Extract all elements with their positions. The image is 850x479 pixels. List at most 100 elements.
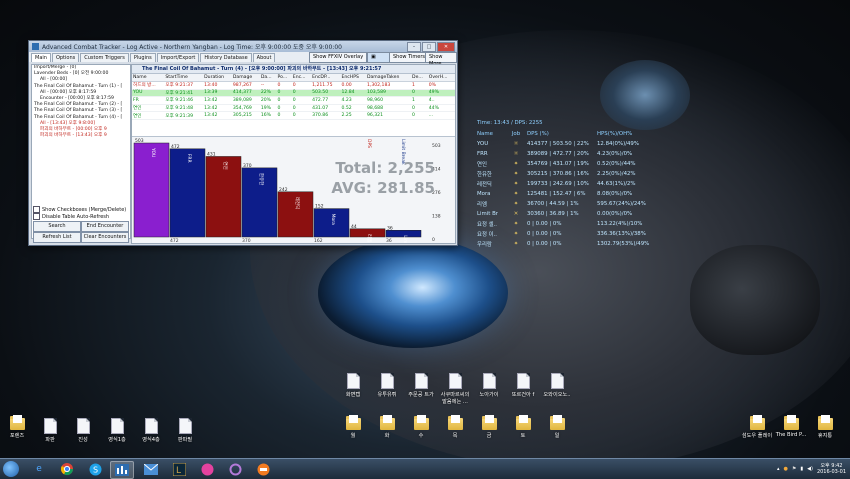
column-header[interactable]: Duration: [203, 74, 232, 82]
tree-node[interactable]: The Final Coil Of Bahamut - Turn (1) - [: [32, 84, 130, 90]
act-titlebar[interactable]: Advanced Combat Tracker - Log Active - N…: [29, 41, 457, 52]
chart-category-label: 한유한: [258, 173, 264, 185]
tab-main[interactable]: Main: [31, 53, 51, 62]
tab-history-database[interactable]: History Database: [200, 53, 252, 62]
tree-node[interactable]: 파괴의 바하무트 - [13:43] 오후 9: [32, 133, 130, 139]
desktop-icon-left[interactable]: 판파필: [168, 418, 202, 443]
table-row[interactable]: YOU 오후 9:21:41 13:39 414,377 22% 0 0 503.50 12.8…: [132, 89, 455, 98]
tab-import-export[interactable]: Import/Export: [156, 53, 200, 62]
column-header[interactable]: De...: [411, 74, 428, 82]
start-button[interactable]: [3, 461, 19, 477]
desktop-icon-left[interactable]: 영식4층: [134, 418, 168, 443]
tray-flag-icon[interactable]: ⚑: [792, 466, 796, 472]
checkbox[interactable]: [33, 213, 40, 220]
overlay-hps: 0.00(0%)/0%: [597, 211, 633, 217]
tab-plugins[interactable]: Plugins: [129, 53, 156, 62]
minimize-button[interactable]: –: [407, 42, 421, 52]
desktop-icon-day-folder[interactable]: 수: [404, 415, 438, 439]
overlay-dps: 199733 | 242.69 | 10%: [527, 181, 589, 187]
column-header[interactable]: Enc...: [291, 74, 312, 82]
clock[interactable]: 오후 9:42 2016-03-01: [817, 463, 846, 475]
column-header[interactable]: EncDP...: [311, 74, 341, 82]
table-cell: 370.86: [311, 111, 341, 120]
tree-node[interactable]: The Final Coil Of Bahamut - Turn (3) - [: [32, 108, 130, 114]
show-more-button[interactable]: Show More: [425, 52, 457, 67]
table-row[interactable]: FR 오후 9:21:46 13:42 389,089 20% 0 0 472.77 4.23 9…: [132, 96, 455, 105]
end-encounter-button[interactable]: End Encounter: [81, 221, 129, 232]
maximize-button[interactable]: □: [422, 42, 436, 52]
desktop-icon-doc[interactable]: 노아가이: [472, 373, 506, 398]
tree-node[interactable]: The Final Coil Of Bahamut - Turn (4) - [: [32, 115, 130, 121]
table-cell: 431.07: [311, 104, 341, 113]
chrome-icon[interactable]: [56, 461, 78, 477]
column-header[interactable]: Da...: [259, 74, 277, 82]
column-header[interactable]: OverH...: [427, 74, 455, 82]
desktop-icon-left[interactable]: 포렌즈: [0, 415, 34, 439]
tab-options[interactable]: Options: [51, 53, 80, 62]
skype-icon[interactable]: S: [84, 461, 106, 477]
tray-volume-icon[interactable]: ◀): [807, 466, 813, 472]
overlay-hps: 113.22(4%)/10%: [597, 221, 643, 227]
desktop-icon-right[interactable]: 섬도우 플레이: [740, 415, 774, 439]
desktop-icon-day-folder[interactable]: 토: [506, 415, 540, 439]
desktop-icon-label: 유투유튀: [377, 392, 397, 398]
column-header[interactable]: DamageTaken: [365, 74, 412, 82]
column-header[interactable]: Name: [132, 74, 165, 82]
document-icon: [448, 373, 462, 389]
desktop-icon-right[interactable]: The Bird P...: [774, 415, 808, 438]
overlay-row: 요정 셀.. ✦ 0 | 0.00 | 0% 113.22(4%)/10%: [477, 219, 677, 229]
ffxiv-dps-overlay[interactable]: Time: 13:43 / DPS: 2255 Name Job DPS (%)…: [477, 120, 677, 270]
table-row[interactable]: 연인 오후 9:21:48 13:42 354,769 19% 0 0 431.07 0.52 9…: [132, 104, 455, 113]
search-button[interactable]: Search: [33, 221, 81, 232]
tray-arrow-icon[interactable]: ▴: [777, 466, 780, 472]
desktop-icon-left[interactable]: 영식1층: [100, 418, 134, 443]
overlay-name: Mora: [477, 191, 491, 197]
desktop-icon-day-folder[interactable]: 금: [472, 415, 506, 439]
desktop-icon-day-folder[interactable]: 화: [370, 415, 404, 439]
kakao-icon[interactable]: [252, 461, 274, 477]
column-header[interactable]: StartTime: [164, 74, 204, 82]
table-row[interactable]: 허드의 방... 오후 9:21:37 13:40 987,267 -- 0 0 1,211.…: [132, 81, 455, 90]
show-checkboxes-option[interactable]: Show Checkboxes (Merge/Delete): [33, 206, 126, 213]
tray-network-icon[interactable]: ▮: [800, 466, 803, 472]
desktop-icon-doc[interactable]: 주문공 트가: [404, 373, 438, 398]
overlay-name: 레전딕: [477, 182, 492, 188]
desktop-icon-doc[interactable]: 또르건아 f: [506, 373, 540, 398]
close-button[interactable]: ✕: [437, 42, 455, 52]
tab-about[interactable]: About: [252, 53, 276, 62]
overlay-name: 한유한: [477, 172, 492, 178]
table-cell: 1,302,183: [365, 81, 412, 90]
desktop-icon-left[interactable]: 진성: [66, 418, 100, 443]
desktop-icon-doc[interactable]: 사쿠마르씨의 발음에는 ...: [438, 373, 472, 405]
maple-icon[interactable]: [196, 461, 218, 477]
desktop-icon-doc[interactable]: 오와이오노..: [540, 373, 574, 398]
desktop-icon-right[interactable]: 휴지통: [808, 415, 842, 439]
column-header[interactable]: EncHPS: [340, 74, 366, 82]
desktop-icon-day-folder[interactable]: 월: [336, 415, 370, 439]
tray-status-icon[interactable]: ●: [784, 466, 788, 472]
clear-encounters-button[interactable]: Clear Encounters: [81, 232, 129, 243]
tab-custom-triggers[interactable]: Custom Triggers: [80, 53, 129, 62]
desktop-icon-day-folder[interactable]: 목: [438, 415, 472, 439]
act-window[interactable]: Advanced Combat Tracker - Log Active - N…: [28, 40, 458, 246]
lol-icon[interactable]: L: [168, 461, 190, 477]
checkbox[interactable]: [33, 206, 40, 213]
table-row[interactable]: 연인 오후 9:21:39 13:42 305,215 16% 0 0 370.86 2.25 9…: [132, 111, 455, 120]
refresh-list-button[interactable]: Refresh List: [33, 232, 81, 243]
desktop-icon-label: 노아가이: [479, 392, 499, 398]
act-icon[interactable]: [110, 461, 134, 479]
desktop-icon-doc[interactable]: 유투유튀: [370, 373, 404, 398]
desktop-icon-doc[interactable]: 화면캡: [336, 373, 370, 398]
disable-auto-refresh-option[interactable]: Disable Table Auto-Refresh: [33, 213, 109, 220]
desktop-icon-left[interactable]: 파판: [33, 418, 67, 443]
show-timers-button[interactable]: Show Timers: [389, 52, 429, 63]
mail-icon[interactable]: [140, 461, 162, 477]
combatant-table[interactable]: Name StartTime Duration Damage Da... Po... Enc…: [132, 74, 455, 120]
column-header[interactable]: Po...: [276, 74, 292, 82]
table-cell: 0: [291, 81, 312, 90]
desktop-icon-day-folder[interactable]: 일: [540, 415, 574, 439]
show-overlay-button[interactable]: Show FFXIV Overlay: [309, 52, 368, 63]
ie-icon[interactable]: e: [28, 461, 50, 477]
ring-icon[interactable]: [224, 461, 246, 477]
column-header[interactable]: Damage: [231, 74, 260, 82]
